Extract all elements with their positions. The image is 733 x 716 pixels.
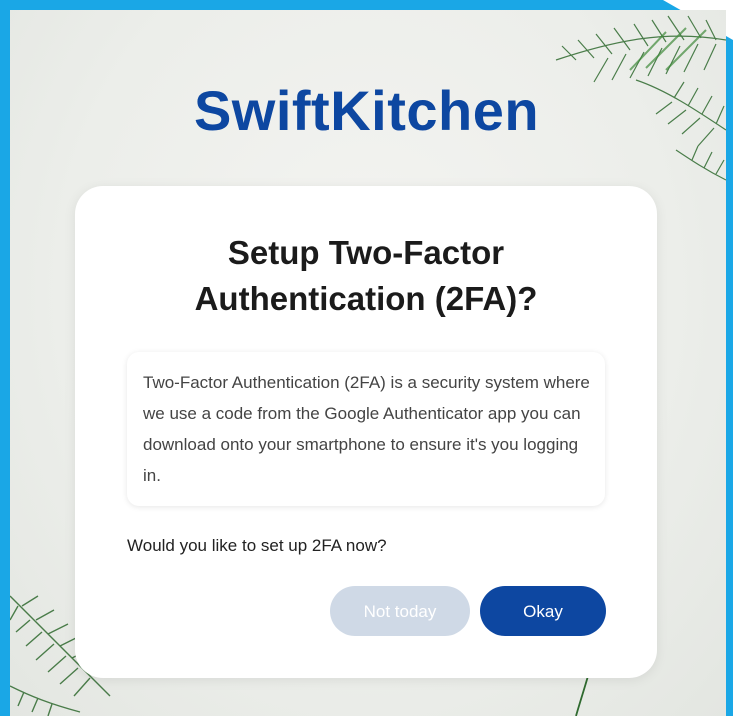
dialog-title: Setup Two-Factor Authentication (2FA)? [75, 230, 657, 322]
dialog-title-line2: Authentication (2FA)? [194, 280, 538, 317]
okay-button[interactable]: Okay [480, 586, 606, 636]
dialog-title-line1: Setup Two-Factor [227, 234, 505, 271]
not-today-button[interactable]: Not today [330, 586, 470, 636]
app-frame: SwiftKitchen Setup Two-Factor Authentica… [0, 0, 733, 716]
info-text: Two-Factor Authentication (2FA) is a sec… [143, 373, 590, 485]
stem-decoration-icon [575, 676, 589, 716]
brand-logo: SwiftKitchen [193, 79, 540, 142]
info-panel: Two-Factor Authentication (2FA) is a sec… [127, 352, 605, 506]
setup-question: Would you like to set up 2FA now? [127, 536, 387, 555]
twofa-dialog: Setup Two-Factor Authentication (2FA)? T… [75, 186, 657, 678]
